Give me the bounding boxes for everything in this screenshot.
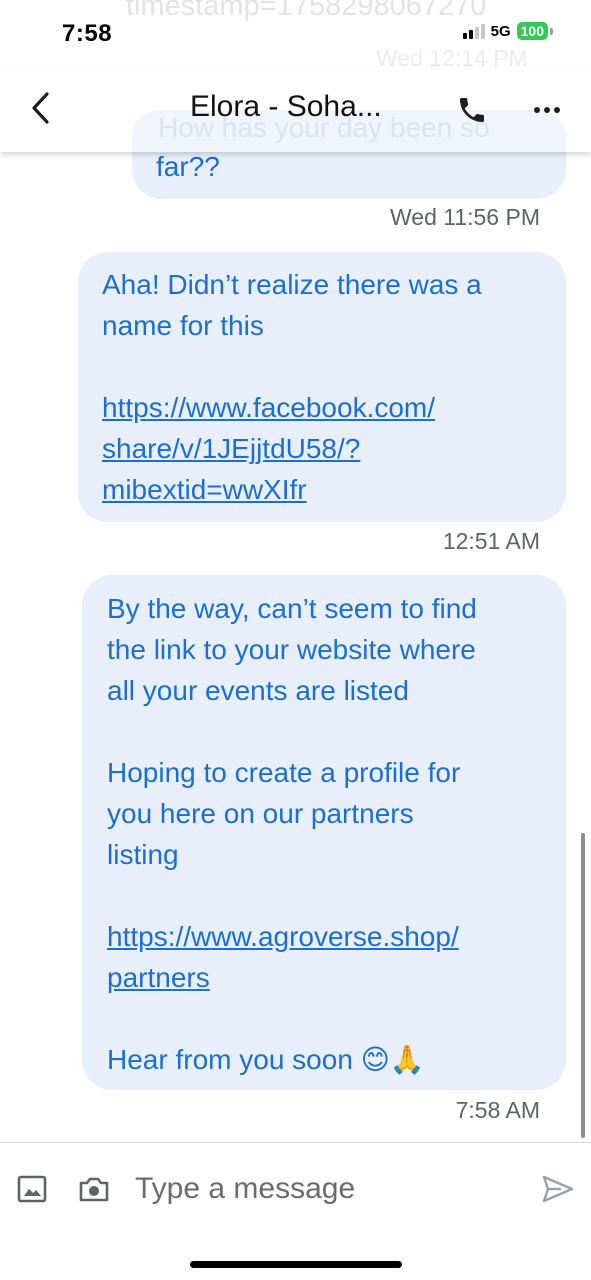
message-text: the link to your website where [107,634,476,665]
conversation-header: How has your day been so Elora - Soha... [0,66,591,152]
message-bubble[interactable]: By the way, can’t seem to find the link … [82,575,566,1090]
message-text: By the way, can’t seem to find [107,593,477,624]
send-button[interactable] [538,1171,578,1207]
camera-icon [79,1177,109,1202]
facebook-link[interactable]: share/v/1JEjjtdU58/? [102,433,360,464]
signal-icon [462,23,485,39]
message-text: listing [107,839,179,870]
more-horizontal-icon [534,107,560,113]
facebook-link[interactable]: mibextid=wwXIfr [102,474,307,505]
chevron-left-icon [32,92,49,124]
status-time: 7:58 [62,20,113,47]
more-options-button[interactable] [527,90,567,130]
home-indicator[interactable] [190,1261,402,1268]
message-text: all your events are listed [107,675,409,706]
message-composer [0,1142,591,1280]
message-timestamp: 7:58 AM [455,1097,540,1123]
image-icon [17,1175,47,1203]
network-type: 5G [490,22,511,40]
message-text: Aha! Didn’t realize there was a [102,269,482,300]
conversation-title[interactable]: Elora - Soha... [190,90,382,124]
message-text: far?? [156,151,220,182]
scrollbar[interactable] [581,833,585,1138]
agroverse-link[interactable]: partners [107,962,210,993]
agroverse-link[interactable]: https://www.agroverse.shop/ [107,921,459,952]
call-button[interactable] [452,90,492,130]
phone-icon [460,98,484,122]
message-bubble[interactable]: Aha! Didn’t realize there was a name for… [78,252,566,522]
message-timestamp: Wed 11:56 PM [389,204,540,230]
camera-button[interactable] [76,1171,112,1207]
message-text: you here on our partners [107,798,414,829]
message-text: Hoping to create a profile for [107,757,461,788]
send-icon [542,1175,574,1203]
back-button[interactable] [20,88,60,128]
message-text: Hear from you soon 😊🙏 [107,1044,425,1075]
battery-tip [550,27,553,35]
status-indicators: 5G 100 [462,22,553,40]
battery-icon: 100 [516,22,548,40]
message-timestamp: 12:51 AM [442,528,540,554]
facebook-link[interactable]: https://www.facebook.com/ [102,392,435,423]
gallery-button[interactable] [14,1171,50,1207]
status-bar: 7:58 5G 100 [0,0,591,66]
message-input[interactable] [135,1167,515,1211]
message-text: name for this [102,310,264,341]
